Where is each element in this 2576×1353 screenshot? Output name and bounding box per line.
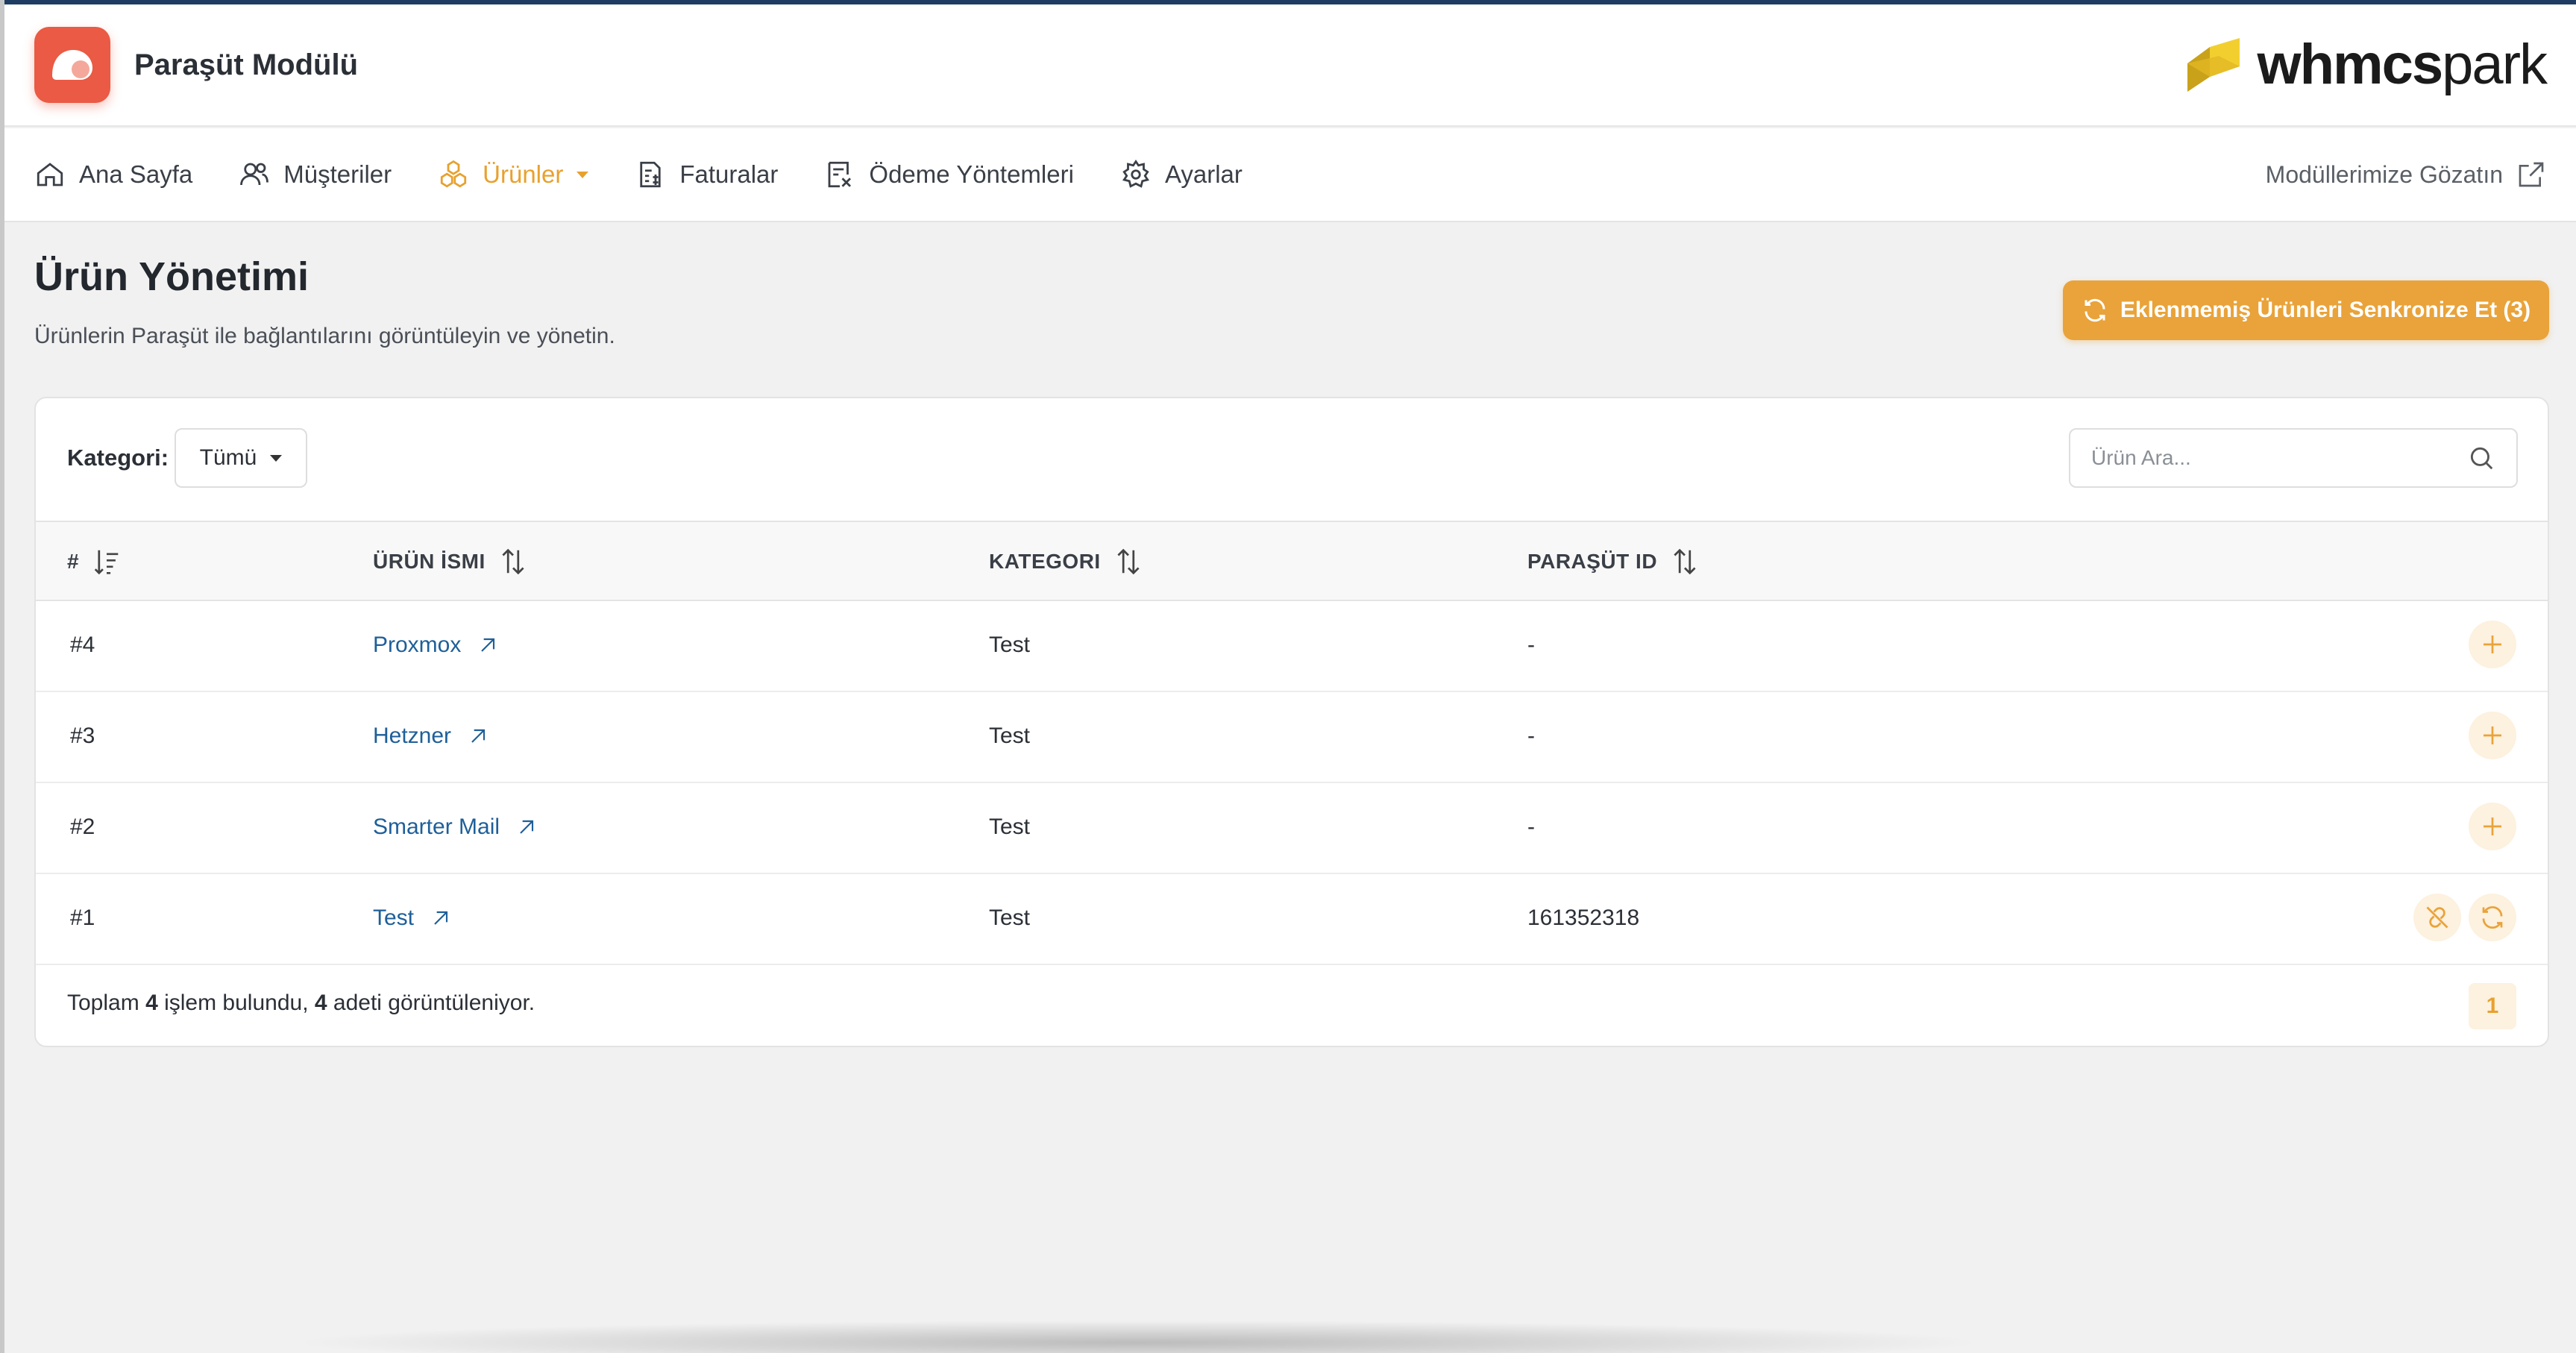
- chevron-down-icon: [577, 171, 589, 178]
- nav-item-customers[interactable]: Müşteriler: [239, 159, 392, 190]
- row-category: Test: [989, 905, 1031, 930]
- refresh-icon: [2482, 905, 2503, 929]
- column-header-category[interactable]: KATEGORI: [989, 547, 1141, 576]
- table-footer: Toplam 4 işlem bulundu, 4 adeti görüntül…: [36, 965, 2548, 1046]
- product-link[interactable]: Hetzner: [373, 723, 490, 749]
- nav-item-settings[interactable]: Ayarlar: [1120, 159, 1243, 190]
- product-link[interactable]: Test: [373, 905, 453, 931]
- table-row: #3 Hetzner Test -: [36, 692, 2548, 783]
- users-icon: [240, 163, 269, 186]
- payment-methods-icon: [829, 161, 852, 188]
- plus-icon: [2484, 726, 2501, 744]
- header: Paraşüt Modülü whmcspark: [4, 4, 2576, 127]
- products-icon: [440, 160, 467, 188]
- product-search: [2069, 428, 2518, 488]
- filter-row: Kategori: Tümü: [36, 398, 2548, 521]
- sort-icon: [1117, 548, 1140, 575]
- row-category: Test: [989, 632, 1031, 657]
- table-row: #2 Smarter Mail Test -: [36, 783, 2548, 874]
- bottom-shadow: [288, 1320, 1988, 1353]
- modules-external-link[interactable]: Modüllerimize Gözatın: [2266, 160, 2546, 189]
- brand: Paraşüt Modülü: [34, 27, 358, 103]
- external-link-icon: [2519, 162, 2544, 187]
- plus-icon: [2484, 817, 2501, 835]
- page-subtitle: Ürünlerin Paraşüt ile bağlantılarını gör…: [34, 324, 615, 348]
- add-to-parasut-button[interactable]: [2469, 621, 2516, 668]
- category-select[interactable]: Tümü: [175, 428, 307, 488]
- plus-icon: [2484, 635, 2501, 653]
- whmcspark-cube-icon: [2187, 38, 2240, 92]
- column-header-parasut-id[interactable]: PARAŞÜT ID: [1527, 547, 1697, 576]
- table-row: #1 Test Test 161352318: [36, 874, 2548, 965]
- home-icon: [37, 163, 63, 186]
- chevron-down-icon: [270, 454, 283, 462]
- whmcspark-logo[interactable]: whmcspark: [2180, 33, 2548, 96]
- unlink-icon: [2426, 906, 2448, 929]
- column-header-id[interactable]: #: [67, 547, 119, 576]
- unlink-button[interactable]: [2413, 894, 2461, 941]
- row-parasut-id: -: [1527, 814, 1535, 839]
- row-id: #3: [70, 723, 95, 748]
- arrow-up-right-icon: [434, 911, 448, 925]
- row-parasut-id: -: [1527, 723, 1535, 748]
- add-to-parasut-button[interactable]: [2469, 803, 2516, 850]
- product-link[interactable]: Smarter Mail: [373, 814, 538, 840]
- table-row: #4 Proxmox Test -: [36, 601, 2548, 692]
- table-header: # ÜRÜN İSMI KATEGORI PARAŞÜT ID: [36, 521, 2548, 601]
- resync-button[interactable]: [2469, 894, 2516, 941]
- arrow-up-right-icon: [481, 638, 495, 652]
- search-input[interactable]: [2091, 446, 2464, 470]
- arrow-up-right-icon: [471, 729, 486, 743]
- result-summary: Toplam 4 işlem bulundu, 4 adeti görüntül…: [67, 991, 535, 1015]
- products-card: Kategori: Tümü # ÜRÜN İSMI KATEGORI: [34, 397, 2549, 1047]
- pagination-page-1[interactable]: 1: [2469, 983, 2516, 1029]
- row-id: #2: [70, 814, 95, 839]
- row-parasut-id: -: [1527, 632, 1535, 657]
- app-window: Paraşüt Modülü whmcspark Ana Sayfa Müşte…: [0, 0, 2576, 1353]
- app-title: Paraşüt Modülü: [134, 48, 359, 81]
- row-category: Test: [989, 723, 1031, 748]
- nav-item-home[interactable]: Ana Sayfa: [34, 159, 192, 190]
- row-category: Test: [989, 814, 1031, 839]
- row-parasut-id: 161352318: [1527, 905, 1640, 930]
- nav-item-invoices[interactable]: Faturalar: [635, 159, 778, 190]
- sync-products-button[interactable]: Eklenmemiş Ürünleri Senkronize Et (3): [2063, 280, 2549, 340]
- sort-desc-icon: [94, 550, 119, 575]
- nav-item-payment-methods[interactable]: Ödeme Yöntemleri: [824, 159, 1074, 190]
- row-id: #4: [70, 632, 95, 657]
- search-icon[interactable]: [2467, 444, 2495, 472]
- add-to-parasut-button[interactable]: [2469, 712, 2516, 759]
- sort-icon: [502, 548, 524, 575]
- category-filter-label: Kategori:: [67, 445, 169, 471]
- product-link[interactable]: Proxmox: [373, 632, 500, 658]
- nav-item-products[interactable]: Ürünler: [438, 159, 589, 190]
- main-nav: Ana Sayfa Müşteriler Ürünler Faturalar Ö…: [4, 128, 2576, 222]
- sort-icon: [1674, 548, 1696, 575]
- whmcspark-wordmark: whmcspark: [2257, 33, 2548, 96]
- gear-icon: [1122, 159, 1149, 188]
- refresh-icon: [2085, 298, 2105, 322]
- invoice-icon: [640, 161, 661, 188]
- arrow-up-right-icon: [520, 820, 534, 834]
- column-header-product-name[interactable]: ÜRÜN İSMI: [373, 547, 526, 576]
- parasut-logo-icon[interactable]: [34, 27, 110, 103]
- row-id: #1: [70, 905, 95, 930]
- page-title: Ürün Yönetimi: [34, 254, 310, 299]
